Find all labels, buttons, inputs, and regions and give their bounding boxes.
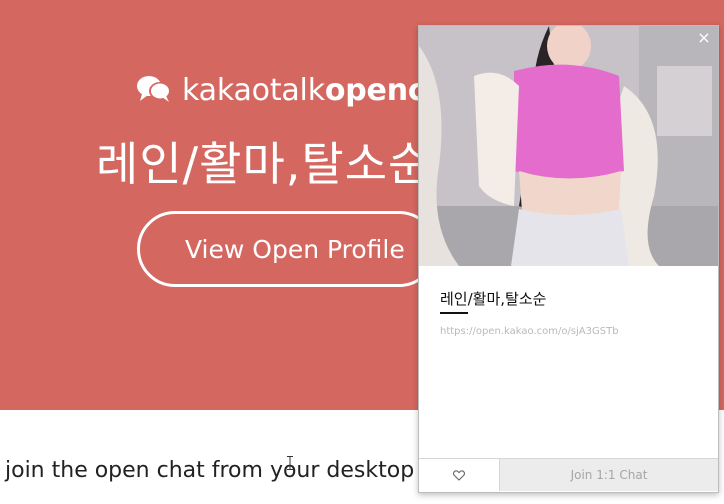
popup-footer: Join 1:1 Chat (419, 458, 718, 492)
text-cursor-icon (287, 456, 293, 470)
chat-bubbles-icon (137, 76, 171, 102)
chat-room-title: 레인/활마,탈소순 (96, 137, 432, 191)
profile-photo: × (419, 26, 718, 266)
join-chat-button[interactable]: Join 1:1 Chat (500, 459, 718, 491)
view-open-profile-button[interactable]: View Open Profile (137, 211, 437, 287)
title-underline (440, 312, 468, 314)
open-profile-popup: × 레인/활마,탈소순 https://open.kakao.com/o/sjA… (418, 25, 719, 493)
open-chat-url[interactable]: https://open.kakao.com/o/sjA3GSTb (440, 326, 619, 337)
heart-outline-icon (453, 469, 465, 481)
profile-photo-illustration (419, 26, 718, 266)
like-button[interactable] (419, 459, 500, 491)
desktop-join-text: join the open chat from your desktop (5, 458, 415, 483)
brand-regular: kakaotalk (182, 72, 325, 108)
popup-chat-title: 레인/활마,탈소순 (440, 290, 547, 308)
close-popup-button[interactable]: × (694, 28, 714, 48)
